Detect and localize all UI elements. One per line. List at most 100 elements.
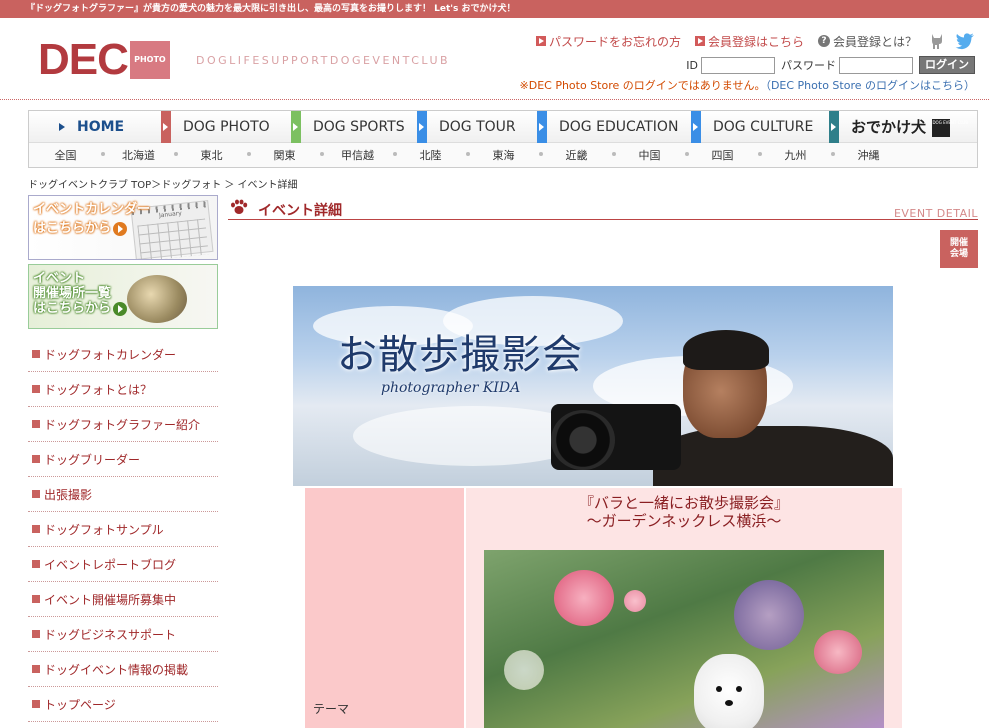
sidebar-item-report-blog[interactable]: イベントレポートブログ xyxy=(28,547,218,582)
go-arrow-icon xyxy=(113,221,128,236)
event-title: 『バラと一緒にお散歩撮影会』 〜ガーデンネックレス横浜〜 xyxy=(466,494,902,530)
region-link[interactable]: 九州 xyxy=(759,147,835,163)
id-input[interactable] xyxy=(701,56,775,74)
nav-main-row: HOME DOG PHOTO DOG SPORTS DOG TOUR DOG E… xyxy=(29,111,977,143)
nav-dog-photo-label: DOG PHOTO xyxy=(183,119,270,135)
site-tagline: DOGLIFESUPPORTDOGEVENTCLUB xyxy=(196,54,451,67)
puppy-image xyxy=(694,654,764,728)
banner-line: イベント xyxy=(33,271,86,286)
region-link[interactable]: 中国 xyxy=(613,147,689,163)
sidebar-item-breeders[interactable]: ドッグブリーダー xyxy=(28,442,218,477)
logo-photo-badge: PHOTO xyxy=(129,41,170,79)
nav-dog-sports[interactable]: DOG SPORTS xyxy=(291,111,417,143)
nav-dog-sports-label: DOG SPORTS xyxy=(313,119,405,135)
password-label: パスワード xyxy=(781,59,836,72)
region-link[interactable]: 北陸 xyxy=(394,147,470,163)
event-title-line: 『バラと一緒にお散歩撮影会』 xyxy=(578,494,789,512)
tab-arrow-icon xyxy=(161,111,171,143)
venue-button-line: 開催 xyxy=(949,238,968,248)
twitter-bird-icon[interactable] xyxy=(955,32,975,50)
sidebar-item-dog-photo-calendar[interactable]: ドッグフォトカレンダー xyxy=(28,337,218,372)
tab-arrow-icon xyxy=(829,111,839,143)
nav-odekaken-label: おでかけ犬 xyxy=(851,118,927,136)
notice-warning: ※DEC Photo Store のログインではありません。 xyxy=(519,79,766,92)
dog-toy-image xyxy=(127,275,187,323)
sidebar: January イベントカレンダー はこちらから イベント 開催場所一覧 はこち… xyxy=(28,195,218,722)
cat-icon[interactable] xyxy=(929,32,945,50)
login-button[interactable]: ログイン xyxy=(919,56,975,74)
nav-region-row: 全国 北海道 東北 関東 甲信越 北陸 東海 近畿 中国 四国 九州 沖縄 xyxy=(29,143,977,167)
sidebar-item-on-location[interactable]: 出張撮影 xyxy=(28,477,218,512)
id-label: ID xyxy=(686,58,698,72)
announcement-text: 『ドッグフォトグラファー』が貴方の愛犬の魅力を最大限に引き出し、最高の写真をお撮… xyxy=(26,4,516,14)
global-nav: HOME DOG PHOTO DOG SPORTS DOG TOUR DOG E… xyxy=(28,110,978,168)
sidebar-item-what-is-dog-photo[interactable]: ドッグフォトとは？ xyxy=(28,372,218,407)
tab-arrow-icon xyxy=(691,111,701,143)
section-title-en: EVENT DETAIL xyxy=(893,207,978,220)
region-link[interactable]: 東北 xyxy=(175,147,251,163)
site-header: DEC PHOTO DOGLIFESUPPORTDOGEVENTCLUB パスワ… xyxy=(0,18,989,100)
photo-store-login-link[interactable]: （DEC Photo Store のログインはこちら） xyxy=(765,79,975,92)
arrow-icon xyxy=(535,36,546,46)
banner-line: はこちらから xyxy=(33,221,112,236)
nav-home[interactable]: HOME xyxy=(29,111,161,143)
region-link[interactable]: 東海 xyxy=(467,147,543,163)
nav-dog-culture[interactable]: DOG CULTURE xyxy=(691,111,829,143)
sidebar-item-business-support[interactable]: ドッグビジネスサポート xyxy=(28,617,218,652)
venue-button[interactable]: 開催 会場 xyxy=(940,230,978,268)
sidebar-item-samples[interactable]: ドッグフォトサンプル xyxy=(28,512,218,547)
event-hero-image: お散歩撮影会 photographer KIDA xyxy=(293,286,893,486)
forgot-password-link[interactable]: パスワードをお忘れの方 xyxy=(535,33,681,50)
sidebar-item-top-page[interactable]: トップページ xyxy=(28,687,218,722)
event-venues-banner[interactable]: イベント 開催場所一覧 はこちらから xyxy=(28,264,218,329)
nav-dog-education[interactable]: DOG EDUCATION xyxy=(537,111,691,143)
logo-dec-text: DEC xyxy=(38,35,129,84)
theme-label-cell: テーマ xyxy=(305,488,464,728)
sidebar-menu: ドッグフォトカレンダー ドッグフォトとは？ ドッグフォトグラファー紹介 ドッグブ… xyxy=(28,337,218,722)
sidebar-item-event-listing[interactable]: ドッグイベント情報の掲載 xyxy=(28,652,218,687)
region-link[interactable]: 近畿 xyxy=(540,147,616,163)
register-link[interactable]: 会員登録はこちら xyxy=(694,33,804,50)
nav-dog-tour-label: DOG TOUR xyxy=(439,119,516,135)
theme-value-cell: 『バラと一緒にお散歩撮影会』 〜ガーデンネックレス横浜〜 xyxy=(466,488,902,728)
region-link[interactable]: 四国 xyxy=(686,147,762,163)
password-input[interactable] xyxy=(839,56,913,74)
paw-icon xyxy=(231,199,248,214)
section-title: イベント詳細 xyxy=(258,203,342,219)
tab-arrow-icon xyxy=(417,111,427,143)
breadcrumb[interactable]: ドッグイベントクラブ TOP＞ドッグフォト ＞ イベント詳細 xyxy=(28,176,298,191)
region-link[interactable]: 関東 xyxy=(248,147,324,163)
event-detail-table: テーマ 『バラと一緒にお散歩撮影会』 〜ガーデンネックレス横浜〜 xyxy=(305,488,902,728)
what-is-member-label: 会員登録とは？ xyxy=(832,34,917,49)
sidebar-item-photographers[interactable]: ドッグフォトグラファー紹介 xyxy=(28,407,218,442)
nav-odekaken[interactable]: おでかけ犬 DOG EVENT CLUB xyxy=(829,111,968,143)
question-icon: ? xyxy=(817,35,830,47)
dog-event-club-badge: DOG EVENT CLUB xyxy=(932,119,968,137)
section-header: イベント詳細 EVENT DETAIL xyxy=(228,195,978,220)
nav-dog-education-label: DOG EDUCATION xyxy=(559,119,679,135)
event-calendar-banner[interactable]: January イベントカレンダー はこちらから xyxy=(28,195,218,260)
region-link[interactable]: 甲信越 xyxy=(321,147,397,163)
banner-line: はこちらから xyxy=(33,301,112,316)
site-logo[interactable]: DEC PHOTO xyxy=(38,35,170,84)
nav-dog-photo[interactable]: DOG PHOTO xyxy=(161,111,291,143)
region-link[interactable]: 全国 xyxy=(29,147,105,163)
register-label: 会員登録はこちら xyxy=(707,34,804,49)
banner-line: イベントカレンダー xyxy=(33,202,151,217)
top-announcement-bar: 『ドッグフォトグラファー』が貴方の愛犬の魅力を最大限に引き出し、最高の写真をお撮… xyxy=(0,0,989,18)
theme-label: テーマ xyxy=(313,702,350,716)
hero-title: お散歩撮影会 xyxy=(337,332,583,378)
event-calendar-banner-text: イベントカレンダー はこちらから xyxy=(33,202,150,236)
what-is-member-link[interactable]: ? 会員登録とは？ xyxy=(817,33,917,50)
nav-home-label: HOME xyxy=(77,119,125,135)
sidebar-item-venue-recruiting[interactable]: イベント開催場所募集中 xyxy=(28,582,218,617)
hero-subtitle: photographer KIDA xyxy=(381,380,521,396)
region-link[interactable]: 沖縄 xyxy=(832,147,905,163)
nav-dog-tour[interactable]: DOG TOUR xyxy=(417,111,537,143)
arrow-icon xyxy=(694,36,705,46)
tab-arrow-icon xyxy=(291,111,301,143)
region-link[interactable]: 北海道 xyxy=(102,147,178,163)
photographer-figure xyxy=(653,426,893,486)
header-links: パスワードをお忘れの方 会員登録はこちら ? 会員登録とは？ xyxy=(522,32,975,50)
nav-dog-culture-label: DOG CULTURE xyxy=(713,119,814,135)
